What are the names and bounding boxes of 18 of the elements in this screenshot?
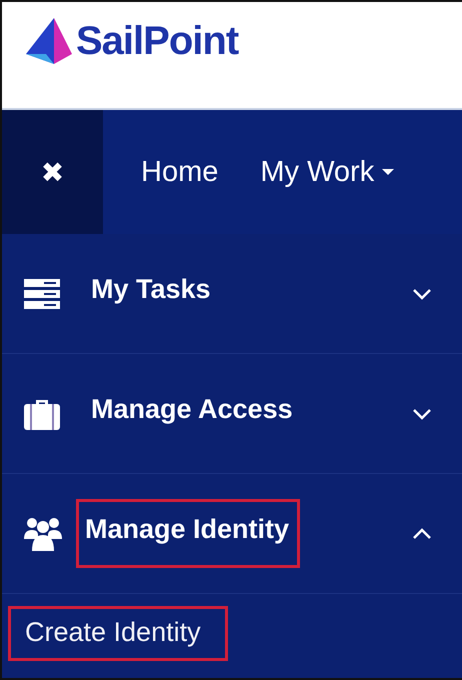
- sidebar-item[interactable]: Manage Access: [2, 354, 462, 474]
- users-icon: [24, 516, 62, 550]
- chevron-icon: [412, 288, 432, 300]
- sidebar-item[interactable]: My Tasks: [2, 234, 462, 354]
- sidebar-item-label: My Tasks: [90, 273, 212, 306]
- nav-link[interactable]: My Work: [260, 156, 394, 188]
- list-icon: [24, 278, 60, 308]
- chevron-icon: [412, 528, 432, 540]
- sidebar-item[interactable]: Manage Identity: [2, 474, 462, 594]
- nav-link[interactable]: Home: [141, 156, 218, 188]
- close-button[interactable]: ✖: [2, 110, 103, 234]
- sidebar-item-label: Manage Access: [90, 393, 294, 426]
- sidebar-item-label: Manage Identity: [76, 499, 300, 568]
- briefcase-icon: [24, 398, 60, 430]
- logo-text: SailPoint: [76, 18, 238, 64]
- logo-icon: [24, 16, 74, 66]
- chevron-icon: [412, 408, 432, 420]
- submenu-link[interactable]: Create Identity: [8, 606, 228, 660]
